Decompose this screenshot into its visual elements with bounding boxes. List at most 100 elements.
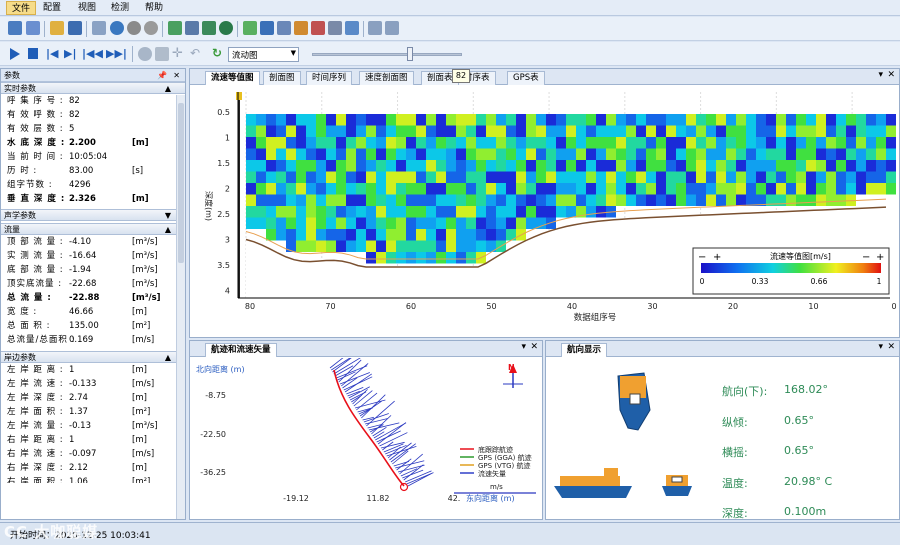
- contour-cell: [266, 206, 276, 218]
- contour-cell: [716, 148, 726, 160]
- monitor-icon[interactable]: [345, 21, 359, 35]
- edit-icon[interactable]: [8, 21, 22, 35]
- mode-select[interactable]: 流动图 ▼: [228, 47, 299, 62]
- undo-icon[interactable]: ↶: [190, 46, 200, 60]
- contour-cell: [496, 125, 506, 137]
- contour-cell: [516, 194, 526, 206]
- preview-icon[interactable]: [385, 21, 399, 35]
- chart-icon[interactable]: [202, 21, 216, 35]
- tab-velocity-profile[interactable]: 速度剖面图: [359, 71, 414, 85]
- contour-cell: [506, 160, 516, 172]
- contour-cell: [626, 114, 636, 126]
- layout-icon[interactable]: [260, 21, 274, 35]
- pin-icon[interactable]: 📌: [157, 69, 167, 82]
- colorbar-tick-label: 0: [700, 277, 705, 286]
- close-icon[interactable]: ✕: [173, 69, 180, 82]
- param-label: 左 岸 距 离 :: [7, 365, 64, 375]
- contour-cell: [296, 206, 306, 218]
- contour-cell: [296, 183, 306, 195]
- contour-cell: [426, 194, 436, 206]
- location-icon[interactable]: [110, 21, 124, 35]
- list-icon[interactable]: [277, 21, 291, 35]
- tab-track[interactable]: 航迹和流速矢量: [205, 343, 277, 357]
- window-icon[interactable]: [328, 21, 342, 35]
- save-icon[interactable]: [68, 21, 82, 35]
- pan-icon[interactable]: ✛: [172, 46, 183, 61]
- calculate-icon[interactable]: [185, 21, 199, 35]
- section-realtime[interactable]: 实时参数 ▲: [1, 82, 185, 94]
- add-icon[interactable]: [168, 21, 182, 35]
- contour-cell: [476, 217, 486, 229]
- contour-cell: [426, 217, 436, 229]
- menu-help[interactable]: 帮助: [140, 1, 168, 15]
- zoom-icon[interactable]: [138, 47, 152, 61]
- settings-gear-icon[interactable]: [127, 21, 141, 35]
- param-value: 83.00: [69, 166, 94, 176]
- track-chart[interactable]: 北向距离 (m) -8.75 -22.50 -36.25 -19.12 11.82 42. 东…: [190, 358, 542, 520]
- contour-cell: [266, 137, 276, 149]
- param-unit: [m]: [132, 393, 147, 403]
- tab-velocity-contour[interactable]: 流速等值图: [205, 71, 260, 85]
- rewind-icon[interactable]: |◀◀: [82, 47, 103, 60]
- scrollbar[interactable]: [176, 95, 185, 519]
- lightning-icon[interactable]: [26, 21, 40, 35]
- step-forward-icon[interactable]: ▶|: [64, 47, 76, 60]
- plus-icon: +: [713, 252, 721, 263]
- dropdown-icon[interactable]: ▾: [878, 70, 883, 80]
- param-row: 左 岸 流 速 : -0.133 [m/s]: [1, 377, 185, 391]
- section-shore[interactable]: 岸边参数 ▲: [1, 351, 185, 363]
- contour-cell: [846, 137, 856, 149]
- play-icon[interactable]: [10, 48, 20, 60]
- zoom-extent-icon[interactable]: [155, 47, 169, 61]
- print-icon[interactable]: [368, 21, 382, 35]
- param-value: 1: [69, 435, 75, 445]
- table-icon[interactable]: [294, 21, 308, 35]
- menu-view[interactable]: 视图: [73, 1, 101, 15]
- playback-slider[interactable]: [312, 53, 462, 56]
- info-icon[interactable]: [219, 21, 233, 35]
- fast-forward-icon[interactable]: ▶▶|: [106, 47, 127, 60]
- tab-profile[interactable]: 剖面图: [263, 71, 301, 85]
- slider-thumb[interactable]: [406, 47, 413, 61]
- contour-cell: [286, 217, 296, 229]
- menu-detect[interactable]: 检测: [106, 1, 134, 15]
- menu-config[interactable]: 配置: [38, 1, 66, 15]
- tab-heading[interactable]: 航向显示: [561, 343, 608, 357]
- contour-cell: [346, 114, 356, 126]
- open-folder-icon[interactable]: [50, 21, 64, 35]
- contour-cell: [426, 160, 436, 172]
- y-tick-label: 0.5: [217, 108, 230, 117]
- stop-icon[interactable]: [28, 48, 38, 59]
- close-icon[interactable]: ✕: [887, 342, 895, 352]
- section-acoustic[interactable]: 声学参数 ▼: [1, 209, 185, 221]
- menu-file[interactable]: 文件: [6, 1, 37, 15]
- expand-icon[interactable]: ▼: [165, 210, 171, 222]
- graph-icon[interactable]: [311, 21, 325, 35]
- contour-cell: [466, 137, 476, 149]
- dropdown-icon[interactable]: ▾: [521, 342, 526, 352]
- contour-cell: [636, 125, 646, 137]
- param-unit: [m/s]: [132, 449, 155, 459]
- close-icon[interactable]: ✕: [887, 70, 895, 80]
- contour-cell: [376, 114, 386, 126]
- contour-cell: [626, 148, 636, 160]
- contour-cell: [376, 183, 386, 195]
- boat-top-icon: [617, 372, 651, 431]
- tab-gps-table[interactable]: GPS表: [507, 71, 545, 85]
- contour-cell: [636, 137, 646, 149]
- gear-icon[interactable]: [144, 21, 158, 35]
- close-icon[interactable]: ✕: [530, 342, 538, 352]
- dropdown-icon[interactable]: ▾: [878, 342, 883, 352]
- refresh-icon[interactable]: ↻: [212, 46, 222, 60]
- compass-icon[interactable]: [92, 21, 106, 35]
- contour-cell: [696, 137, 706, 149]
- step-back-icon[interactable]: |◀: [46, 47, 58, 60]
- grid-icon[interactable]: [243, 21, 257, 35]
- contour-cell: [826, 114, 836, 126]
- param-label: 右 岸 深 度 :: [7, 463, 64, 473]
- velocity-contour-chart[interactable]: 0.511.522.533.5480 70 60 50 40 30 20 10 0深度(m)数据…: [190, 86, 899, 338]
- contour-cell: [396, 194, 406, 206]
- tab-time-series[interactable]: 时间序列: [306, 71, 353, 85]
- scrollbar-thumb[interactable]: [178, 103, 184, 263]
- section-flow[interactable]: 流量 ▲: [1, 223, 185, 235]
